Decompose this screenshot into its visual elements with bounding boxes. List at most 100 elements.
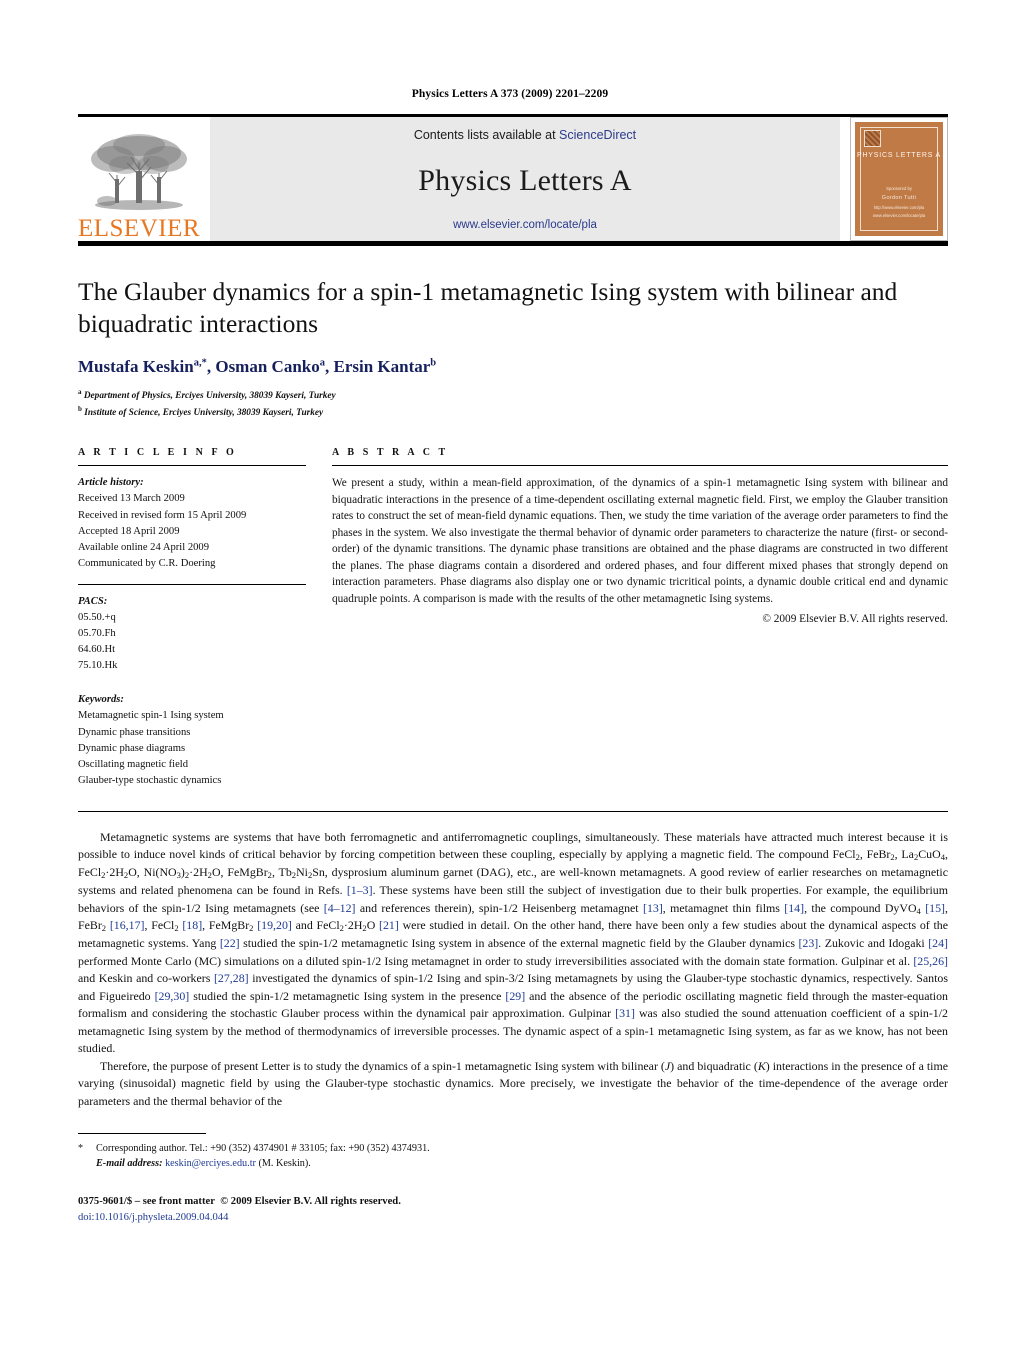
sciencedirect-link[interactable]: ScienceDirect — [559, 128, 636, 142]
reference-link-15[interactable]: [15] — [925, 901, 945, 915]
reference-link-16-17[interactable]: [16,17] — [110, 918, 145, 932]
reference-link-29-30[interactable]: [29,30] — [155, 989, 190, 1003]
cover-line3: http://www.elsevier.com/pla — [873, 205, 925, 211]
page-title: The Glauber dynamics for a spin-1 metama… — [78, 277, 898, 339]
history-item-4: Communicated by C.R. Doering — [78, 557, 216, 569]
article-page: Physics Letters A 373 (2009) 2201–2209 E… — [0, 0, 1020, 1351]
p1-seg-q: , the compound DyVO — [804, 900, 917, 915]
author-name-1: Osman Canko — [215, 357, 320, 377]
journal-cover-thumbnail[interactable]: PHYSICS LETTERS A Sponsored by Gordon Tu… — [850, 117, 948, 241]
p1-seg-u: performed Monte Carlo (MC) simulations o… — [78, 953, 914, 968]
keyword-item-1: Dynamic phase transitions — [78, 726, 191, 738]
journal-title: Physics Letters A — [418, 163, 632, 197]
article-info-heading: A R T I C L E I N F O — [78, 447, 237, 459]
p1-seg-l: Ni — [296, 865, 308, 880]
reference-link-31[interactable]: [31] — [615, 1006, 635, 1020]
keyword-item-3: Oscillating magnetic field — [78, 758, 189, 770]
p1-seg-s: studied the spin-1/2 metamagnetic Ising … — [239, 936, 799, 951]
issn-text: 0375-9601/$ – see front matter — [78, 1196, 215, 1208]
abstract-copyright: © 2009 Elsevier B.V. All rights reserved… — [762, 613, 948, 626]
email-note: E-mail address: keskin@erciyes.edu.tr (M… — [78, 1156, 948, 1172]
p1-seg-i: ·2H — [189, 865, 208, 880]
p1-seg-x: studied the spin-1/2 metamagnetic Ising … — [189, 988, 506, 1003]
p2-seg-b: ) and biquadratic ( — [670, 1058, 758, 1073]
reference-link-1-3[interactable]: [1–3] — [347, 883, 373, 897]
p1-seg-g: O, Ni(NO — [128, 865, 177, 880]
history-item-3: Available online 24 April 2009 — [78, 541, 210, 553]
abstract-column: A B S T R A C T We present a study, with… — [332, 447, 948, 789]
abstract-text: We present a study, within a mean-field … — [332, 477, 948, 605]
reference-link-4-12[interactable]: [4–12] — [324, 901, 356, 915]
body-text: Metamagnetic systems are systems that ha… — [78, 829, 948, 1111]
pacs-group: PACS: 05.50.+q 05.70.Fh 64.60.Ht 75.10.H… — [78, 594, 306, 674]
reference-link-21[interactable]: [21] — [379, 918, 399, 932]
running-head: Physics Letters A 373 (2009) 2201–2209 — [411, 88, 609, 100]
article-history-group: Article history: Received 13 March 2009 … — [78, 475, 306, 572]
cover-emblem-icon — [864, 130, 881, 147]
journal-masthead: ELSEVIER Contents lists available at Sci… — [78, 114, 948, 241]
p1-seg-f: ·2H — [105, 865, 124, 880]
elsevier-wordmark: ELSEVIER — [77, 215, 201, 242]
keyword-item-2: Dynamic phase diagrams — [78, 742, 186, 754]
author-marks-2: b — [430, 357, 437, 369]
email-owner: (M. Keskin). — [258, 1158, 311, 1170]
footnote-block: * Corresponding author. Tel.: +90 (352) 4… — [78, 1141, 948, 1173]
symbol-K: K — [757, 1058, 766, 1073]
affiliation-mark-1: b — [78, 405, 82, 414]
history-item-2: Accepted 18 April 2009 — [78, 525, 180, 537]
p1-seg-j: O, FeMgBr — [211, 865, 268, 880]
reference-link-19-20[interactable]: [19,20] — [257, 918, 292, 932]
keyword-item-0: Metamagnetic spin-1 Ising system — [78, 710, 224, 722]
keywords-label: Keywords: — [78, 694, 124, 706]
masthead-bottom-rule — [78, 241, 948, 246]
history-item-1: Received in revised form 15 April 2009 — [78, 509, 247, 521]
p1-seg-d: CuO — [918, 847, 941, 862]
footnote-rule — [78, 1132, 206, 1134]
reference-link-18[interactable]: [18] — [182, 918, 202, 932]
keywords-group: Keywords: Metamagnetic spin-1 Ising syst… — [78, 692, 306, 789]
affiliation-text-1: Institute of Science, Erciyes University… — [84, 408, 324, 419]
contents-line: Contents lists available at ScienceDirec… — [414, 128, 636, 142]
reference-link-22[interactable]: [22] — [220, 936, 240, 950]
reference-link-27-28[interactable]: [27,28] — [214, 971, 249, 985]
abstract-heading: A B S T R A C T — [332, 447, 449, 459]
reference-link-24[interactable]: [24] — [928, 936, 948, 950]
journal-band: Contents lists available at ScienceDirec… — [210, 117, 840, 241]
p1-seg-t: . Zukovic and Idogaki — [818, 936, 929, 951]
reference-link-14[interactable]: [14] — [784, 901, 804, 915]
article-info-rule-2 — [78, 583, 306, 585]
asterisk-icon: * — [78, 1142, 84, 1154]
article-info-column: A R T I C L E I N F O Article history: R… — [78, 447, 306, 789]
reference-link-25-26[interactable]: [25,26] — [913, 954, 948, 968]
author-marks-0: a,* — [193, 357, 207, 369]
p1-seg-b: , FeBr — [859, 847, 891, 862]
corresponding-author-text: Corresponding author. Tel.: +90 (352) 43… — [96, 1142, 430, 1154]
cover-inner: PHYSICS LETTERS A Sponsored by Gordon Tu… — [855, 122, 943, 236]
cover-line2: Gordon Tutti — [881, 195, 917, 202]
affiliation-list: a Department of Physics, Erciyes Univers… — [78, 387, 948, 421]
history-item-0: Received 13 March 2009 — [78, 493, 185, 505]
journal-url-link[interactable]: www.elsevier.com/locate/pla — [453, 219, 597, 231]
elsevier-logo: ELSEVIER — [78, 117, 200, 241]
reference-link-29[interactable]: [29] — [505, 989, 525, 1003]
title-block: The Glauber dynamics for a spin-1 metama… — [78, 276, 948, 421]
affiliation-text-0: Department of Physics, Erciyes Universit… — [83, 391, 336, 402]
reference-link-13[interactable]: [13] — [643, 901, 663, 915]
doi-link[interactable]: doi:10.1016/j.physleta.2009.04.044 — [78, 1210, 948, 1226]
elsevier-tree-icon — [91, 134, 187, 210]
author-list: Mustafa Keskina,*, Osman Cankoa, Ersin K… — [78, 357, 437, 377]
article-history-label: Article history: — [78, 477, 144, 489]
p1-seg-o: and references therein), spin-1/2 Heisen… — [355, 900, 643, 915]
cover-title: PHYSICS LETTERS A — [856, 152, 941, 159]
p1-seg-k: , Tb — [271, 865, 292, 880]
footer-copyright: © 2009 Elsevier B.V. All rights reserved… — [220, 1196, 401, 1208]
p1-seg-p: , metamagnet thin films — [662, 900, 785, 915]
pacs-item-0: 05.50.+q — [78, 611, 116, 623]
pacs-item-3: 75.10.Hk — [78, 660, 118, 672]
pacs-label: PACS: — [78, 595, 108, 607]
issn-line: 0375-9601/$ – see front matter © 2009 El… — [78, 1194, 948, 1210]
footer-block: 0375-9601/$ – see front matter © 2009 El… — [78, 1194, 948, 1226]
email-link[interactable]: keskin@erciyes.edu.tr — [165, 1158, 256, 1169]
info-abstract-row: A R T I C L E I N F O Article history: R… — [78, 447, 948, 789]
reference-link-23[interactable]: [23] — [798, 936, 818, 950]
